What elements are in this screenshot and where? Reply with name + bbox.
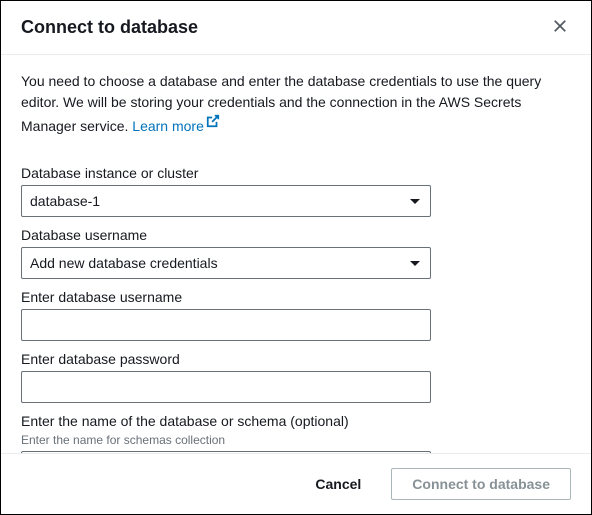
username-select-wrapper: Add new database credentials <box>21 247 431 279</box>
description-text: You need to choose a database and enter … <box>21 73 541 134</box>
close-button[interactable] <box>549 15 571 40</box>
modal-footer: Cancel Connect to database <box>1 453 591 514</box>
close-icon <box>553 19 567 36</box>
username-select-value: Add new database credentials <box>30 255 218 271</box>
schema-label: Enter the name of the database or schema… <box>21 413 571 429</box>
username-input-group: Enter database username <box>21 289 571 341</box>
modal-header: Connect to database <box>1 1 591 55</box>
instance-label: Database instance or cluster <box>21 165 571 181</box>
schema-hint: Enter the name for schemas collection <box>21 433 571 447</box>
learn-more-text: Learn more <box>132 118 204 134</box>
instance-select-wrapper: database-1 <box>21 185 431 217</box>
username-select[interactable]: Add new database credentials <box>21 247 431 279</box>
cancel-button[interactable]: Cancel <box>295 468 381 500</box>
instance-group: Database instance or cluster database-1 <box>21 165 571 217</box>
instance-select[interactable]: database-1 <box>21 185 431 217</box>
username-select-group: Database username Add new database crede… <box>21 227 571 279</box>
learn-more-link[interactable]: Learn more <box>132 118 220 134</box>
username-select-label: Database username <box>21 227 571 243</box>
modal-title: Connect to database <box>21 17 198 38</box>
password-input-label: Enter database password <box>21 351 571 367</box>
username-input-label: Enter database username <box>21 289 571 305</box>
connect-button[interactable]: Connect to database <box>391 468 571 500</box>
modal-body: You need to choose a database and enter … <box>1 55 591 453</box>
instance-select-value: database-1 <box>30 193 100 209</box>
external-link-icon <box>206 113 220 134</box>
password-input-group: Enter database password <box>21 351 571 403</box>
password-input[interactable] <box>21 371 431 403</box>
username-input[interactable] <box>21 309 431 341</box>
schema-group: Enter the name of the database or schema… <box>21 413 571 453</box>
connect-database-modal: Connect to database You need to choose a… <box>0 0 592 515</box>
modal-description: You need to choose a database and enter … <box>21 71 571 137</box>
